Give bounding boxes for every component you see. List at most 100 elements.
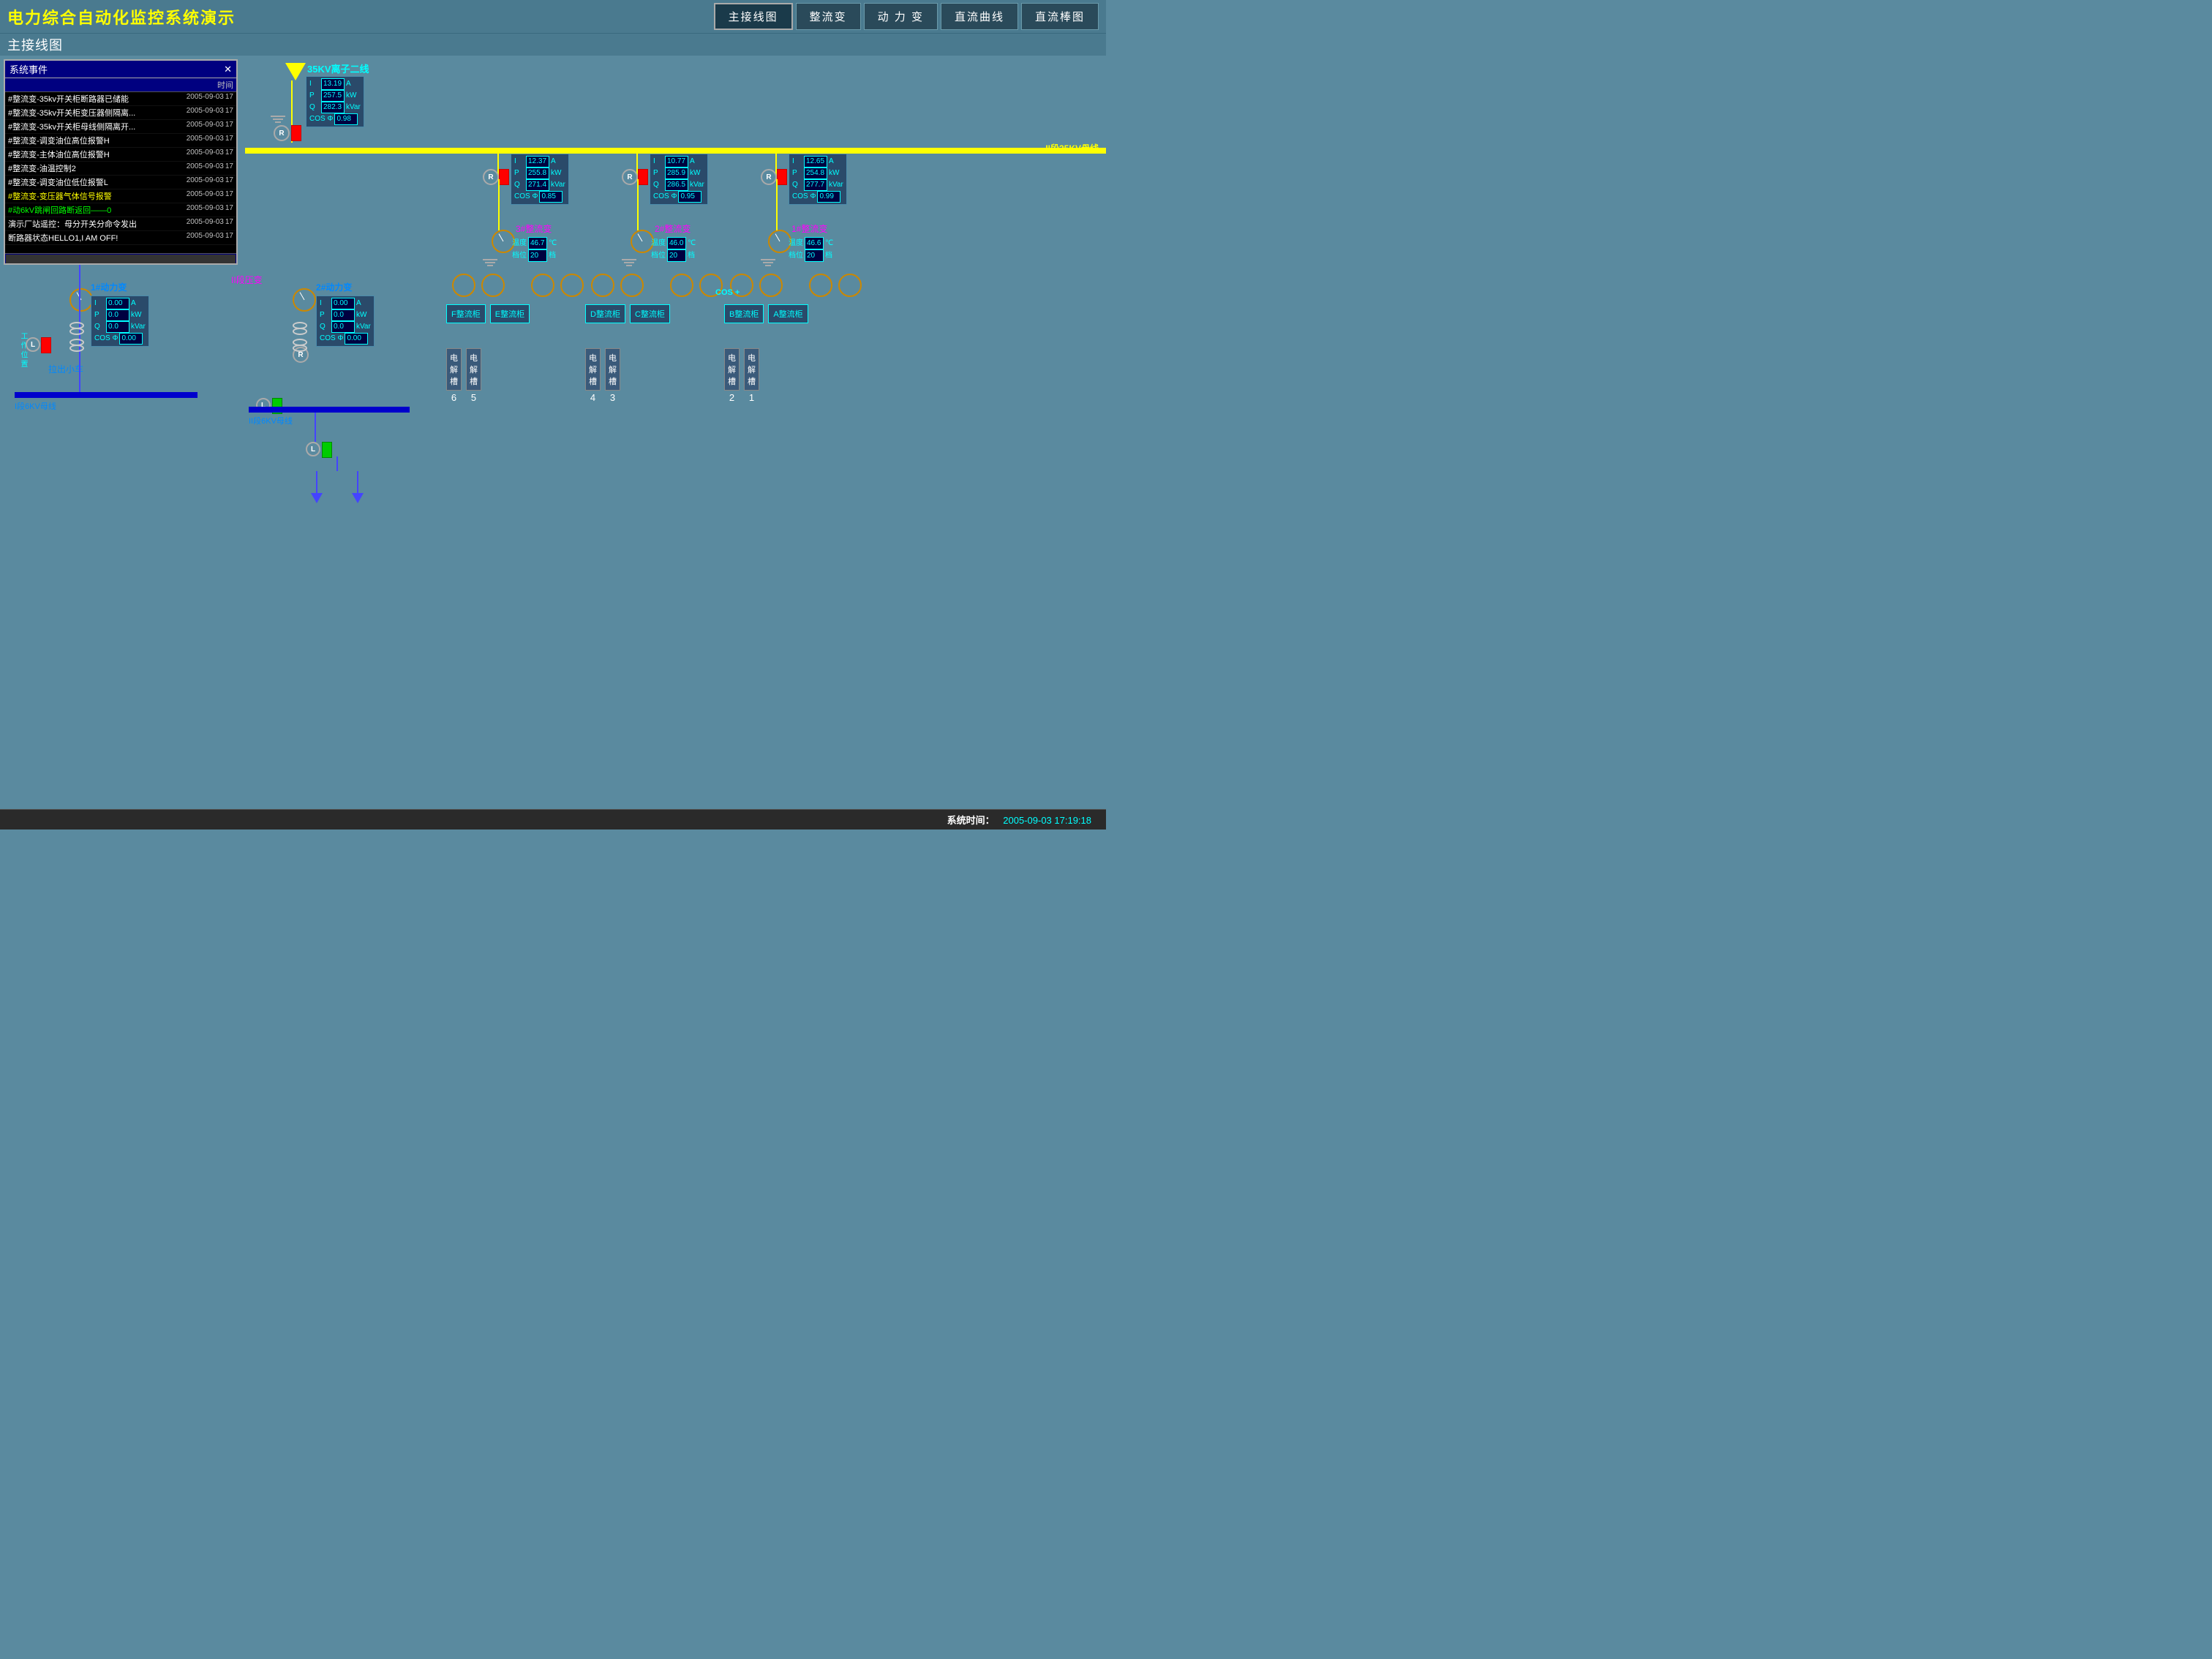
relay-rect1[interactable]: R (761, 169, 777, 185)
rect3-cos-val: 0.85 (539, 191, 563, 203)
page-subtitle: 主接线图 (7, 38, 63, 53)
nav-btn-dc-bar[interactable]: 直流棒图 (1021, 3, 1099, 30)
tank3-num: 3 (610, 392, 615, 403)
meter-sub-D-2[interactable] (620, 274, 644, 297)
nav-btn-main[interactable]: 主接线图 (714, 3, 793, 30)
coil4 (69, 345, 84, 352)
event-row: #整流变-主体油位高位报警H 2005-09-03 17 (5, 148, 236, 162)
rect1-i-val: 12.65 (804, 156, 827, 168)
meter-pointer-rect2 (638, 233, 643, 241)
fork-right-arrow (352, 493, 364, 503)
event-close-btn[interactable]: ✕ (224, 64, 232, 75)
meter-sub-A-1[interactable] (809, 274, 832, 297)
event-time-1: 17 (225, 93, 233, 105)
rect1-temp-val: 46.6 (805, 237, 824, 249)
meter-power1[interactable] (69, 288, 93, 312)
meter-sub-C-1[interactable] (670, 274, 693, 297)
cab-F[interactable]: F整流柜 (446, 304, 486, 323)
reading-p-unit: kW (346, 91, 356, 101)
cos-plus-label: COS + (715, 285, 740, 298)
event-time-col-header: 时间 (217, 79, 233, 91)
inductor-bottom[interactable]: L (306, 442, 320, 456)
label-rect3: 3#整流变 (516, 222, 552, 236)
meter-sub-D-1[interactable] (591, 274, 614, 297)
event-scrollbar-h[interactable] (6, 255, 236, 263)
meter-pointer-rect1 (775, 233, 780, 241)
nav-buttons: 主接线图 整流变 动 力 变 直流曲线 直流棒图 (714, 3, 1099, 30)
nav-btn-power[interactable]: 动 力 变 (864, 3, 938, 30)
meter-sub-F-2[interactable] (481, 274, 505, 297)
reading-p-val: 257.5 (321, 90, 345, 102)
tank4-num: 4 (590, 392, 595, 403)
cab-D[interactable]: D整流柜 (585, 304, 625, 323)
g2 (485, 262, 495, 263)
relay-rect3[interactable]: R (483, 169, 499, 185)
power2-p-val: 0.0 (331, 309, 355, 321)
event-time-6: 17 (225, 162, 233, 174)
coil2 (293, 328, 307, 335)
block-red-work (41, 337, 51, 353)
power2-i-val: 0.00 (331, 298, 355, 309)
busbar-II-35kv (245, 148, 1106, 154)
status-bar: 系统时间： 2005-09-03 17:19:18 (0, 809, 1106, 830)
rect2-label: 2#整流变 (655, 224, 691, 234)
rect3-tap-val: 20 (528, 249, 547, 262)
event-title: 系统事件 (10, 62, 48, 76)
tank6-num: 6 (451, 392, 456, 403)
fork-left (311, 471, 323, 503)
relay-35kv[interactable]: R (274, 125, 290, 141)
meter-sub-E-1[interactable] (531, 274, 554, 297)
reading-q-unit: kVar (346, 102, 361, 113)
rect3-p-val: 255.8 (526, 168, 549, 179)
label-rect2: 2#整流变 (655, 222, 691, 236)
tank1-group: 电解槽 1 (744, 348, 759, 403)
rect3-q-val: 271.4 (526, 179, 549, 191)
meter-sub-B-2[interactable] (759, 274, 783, 297)
coil2 (69, 328, 84, 335)
event-row-warning: #整流变-变压器气体信号报警 2005-09-03 17 (5, 189, 236, 203)
tank-group-3: 电解槽 6 电解槽 5 (446, 348, 481, 403)
relay-rect2[interactable]: R (622, 169, 638, 185)
event-footer (5, 253, 236, 263)
inductor-work-pos[interactable]: L (26, 337, 40, 352)
meter-sub-F-1[interactable] (452, 274, 475, 297)
event-row: #整流变-油温控制2 2005-09-03 17 (5, 162, 236, 176)
tank2-num: 2 (729, 392, 734, 403)
cab-B[interactable]: B整流柜 (724, 304, 764, 323)
temp-panel-rect2: 温度 46.0 ℃ 档位 20 档 (651, 237, 696, 262)
rect-cabinet-group-2: D整流柜 C整流柜 (585, 304, 670, 323)
event-date-10: 2005-09-03 (187, 218, 224, 230)
status-block-red (291, 125, 301, 141)
event-msg-2: #整流变-35kv开关柜变压器侧隔离... (8, 107, 184, 118)
rect3-i-val: 12.37 (526, 156, 549, 168)
relay-circle-rect2: R (622, 169, 638, 185)
tank3-group: 电解槽 3 (605, 348, 620, 403)
coil-power1-bot (69, 339, 84, 351)
meter-pointer-power2 (300, 292, 305, 300)
event-time-2: 17 (225, 107, 233, 118)
event-time-4: 17 (225, 135, 233, 146)
event-msg-3: #整流变-35kv开关柜母线侧隔离开... (8, 121, 184, 132)
nav-btn-rect[interactable]: 整流变 (796, 3, 861, 30)
meter-power2[interactable] (293, 288, 316, 312)
busbar-I-6kv (15, 392, 198, 398)
event-row: #整流变-35kv开关柜变压器侧隔离... 2005-09-03 17 (5, 106, 236, 120)
event-date-1: 2005-09-03 (187, 93, 224, 105)
power1-i-val: 0.00 (106, 298, 129, 309)
input-arrow-35kv (285, 63, 306, 80)
meter-sub-A-2[interactable] (838, 274, 862, 297)
g3 (626, 265, 632, 266)
cab-C[interactable]: C整流柜 (630, 304, 670, 323)
meter-sub-E-2[interactable] (560, 274, 584, 297)
label-rect1: 1#整流变 (791, 222, 827, 236)
cab-E[interactable]: E整流柜 (490, 304, 530, 323)
ground-rect1 (761, 259, 775, 266)
cab-A[interactable]: A整流柜 (768, 304, 808, 323)
meter-circle-power1 (69, 288, 93, 312)
event-date-2: 2005-09-03 (187, 107, 224, 118)
I-6kv-label: I段6KV母线 (15, 402, 56, 411)
tank6-box: 电解槽 (446, 348, 462, 391)
event-list[interactable]: #整流变-35kv开关柜断路器已储能 2005-09-03 17 #整流变-35… (5, 92, 236, 253)
temp-panel-rect1: 温度 46.6 ℃ 档位 20 档 (789, 237, 833, 262)
nav-btn-dc-curve[interactable]: 直流曲线 (941, 3, 1018, 30)
